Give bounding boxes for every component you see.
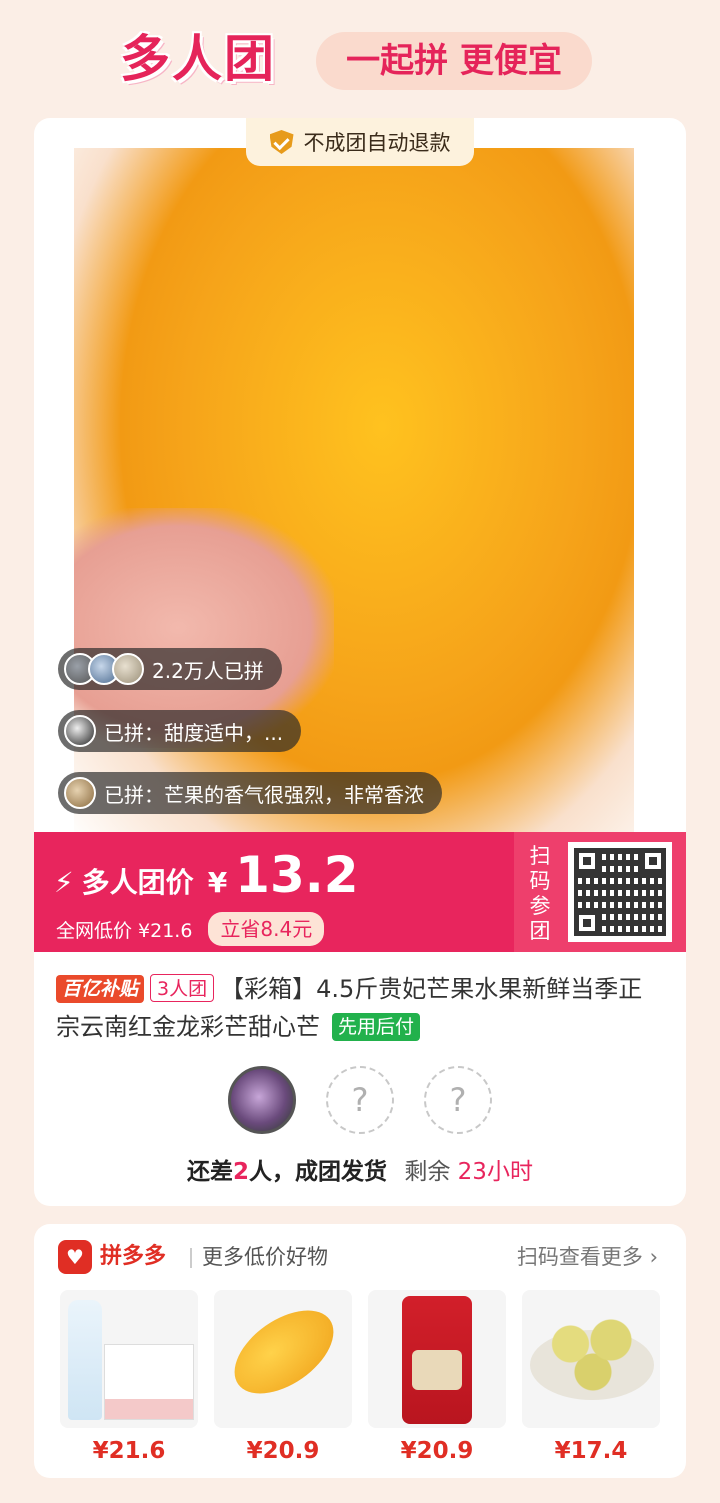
currency-symbol: ¥ (207, 866, 228, 899)
more-label: 更多低价好物 (202, 1245, 328, 1269)
review-text: 已拼：芒果的香气很强烈，非常香浓 (104, 782, 424, 807)
save-tag: 立省8.4元 (208, 912, 325, 946)
avatar (64, 777, 96, 809)
pay-later-tag: 先用后付 (332, 1013, 421, 1041)
divider (190, 1248, 192, 1268)
product-card[interactable]: 不成团自动退款 2.2万人已拼 已拼：甜度适中，... 已拼：芒果的香气很强烈，… (34, 118, 686, 1206)
list-item[interactable]: ¥17.4 (522, 1290, 660, 1464)
joined-count-text: 2.2万人已拼 (152, 658, 264, 683)
status-suffix: 人，成团发货 (249, 1159, 388, 1185)
rice-product-image (368, 1290, 506, 1428)
review-pill: 已拼：芒果的香气很强烈，非常香浓 (58, 772, 442, 814)
refund-badge: 不成团自动退款 (246, 118, 474, 166)
avatar (64, 715, 96, 747)
scan-more-link[interactable]: 扫码查看更多 › (517, 1240, 658, 1274)
qr-finder (640, 848, 666, 874)
list-item[interactable]: ¥20.9 (214, 1290, 352, 1464)
member-avatar (228, 1066, 296, 1134)
duorentuan-logo: 多人团 (120, 30, 276, 88)
fruit-product-image (522, 1290, 660, 1428)
remaining-label: 剩余 (404, 1159, 451, 1185)
subsidy-tag: 百亿补贴 (56, 975, 145, 1003)
list-item[interactable]: ¥21.6 (60, 1290, 198, 1464)
lightning-icon: ⚡ (54, 866, 74, 899)
header: 多人团 一起拼 更便宜 (0, 0, 720, 110)
qr-finder (574, 848, 600, 874)
remaining-time: 23小时 (457, 1159, 533, 1185)
shield-check-icon (269, 130, 294, 154)
price-banner: ⚡ 多人团价 ¥ 13.2 全网低价 ¥21.6 立省8.4元 扫码参团 (34, 832, 686, 952)
product-title[interactable]: 百亿补贴 3人团 【彩箱】4.5斤贵妃芒果水果新鲜当季正宗云南红金龙彩芒甜心芒 先用后… (56, 970, 666, 1046)
group-members: ? ? (34, 1066, 686, 1136)
pinduoduo-logo-icon: ♥ (58, 1240, 92, 1274)
price-main: ⚡ 多人团价 ¥ 13.2 (54, 846, 359, 904)
price-label: 多人团价 (81, 866, 194, 899)
empty-member-slot[interactable]: ? (326, 1066, 394, 1134)
item-price: ¥21.6 (92, 1438, 166, 1464)
scan-to-join-label: 扫码参团 (529, 844, 551, 943)
status-count: 2 (233, 1159, 250, 1185)
qr-code-pattern (574, 848, 666, 936)
joined-count-pill: 2.2万人已拼 (58, 648, 282, 690)
qr-code[interactable] (568, 842, 672, 942)
product-list: ¥21.6 ¥20.9 ¥20.9 ¥17.4 (60, 1290, 660, 1464)
qr-finder (574, 910, 600, 936)
refund-badge-text: 不成团自动退款 (303, 131, 451, 155)
item-price: ¥20.9 (400, 1438, 474, 1464)
water-product-image (60, 1290, 198, 1428)
chevron-right-icon: › (649, 1245, 658, 1269)
empty-member-slot[interactable]: ? (424, 1066, 492, 1134)
lowest-price-text: 全网低价 ¥21.6 (56, 919, 193, 942)
brand-name: 拼多多 (100, 1244, 167, 1269)
list-item[interactable]: ¥20.9 (368, 1290, 506, 1464)
group-price: 13.2 (235, 846, 359, 904)
group-status: 还差2人，成团发货 剩余 23小时 (34, 1152, 686, 1186)
more-products-card: ♥ 拼多多 更多低价好物 扫码查看更多 › ¥21.6 ¥20.9 ¥20.9 … (34, 1224, 686, 1478)
avatar-stack (64, 653, 144, 685)
item-price: ¥20.9 (246, 1438, 320, 1464)
review-pill: 已拼：甜度适中，... (58, 710, 302, 752)
item-price: ¥17.4 (554, 1438, 628, 1464)
mango-product-image (214, 1290, 352, 1428)
status-prefix: 还差 (187, 1159, 234, 1185)
group-size-tag: 3人团 (150, 974, 215, 1002)
scan-more-text: 扫码查看更多 (516, 1245, 643, 1269)
avatar (112, 653, 144, 685)
price-sub: 全网低价 ¥21.6 立省8.4元 (56, 912, 325, 946)
review-text: 已拼：甜度适中，... (104, 720, 284, 745)
scan-to-join[interactable]: 扫码参团 (514, 832, 686, 952)
slogan-pill: 一起拼 更便宜 (316, 32, 592, 90)
